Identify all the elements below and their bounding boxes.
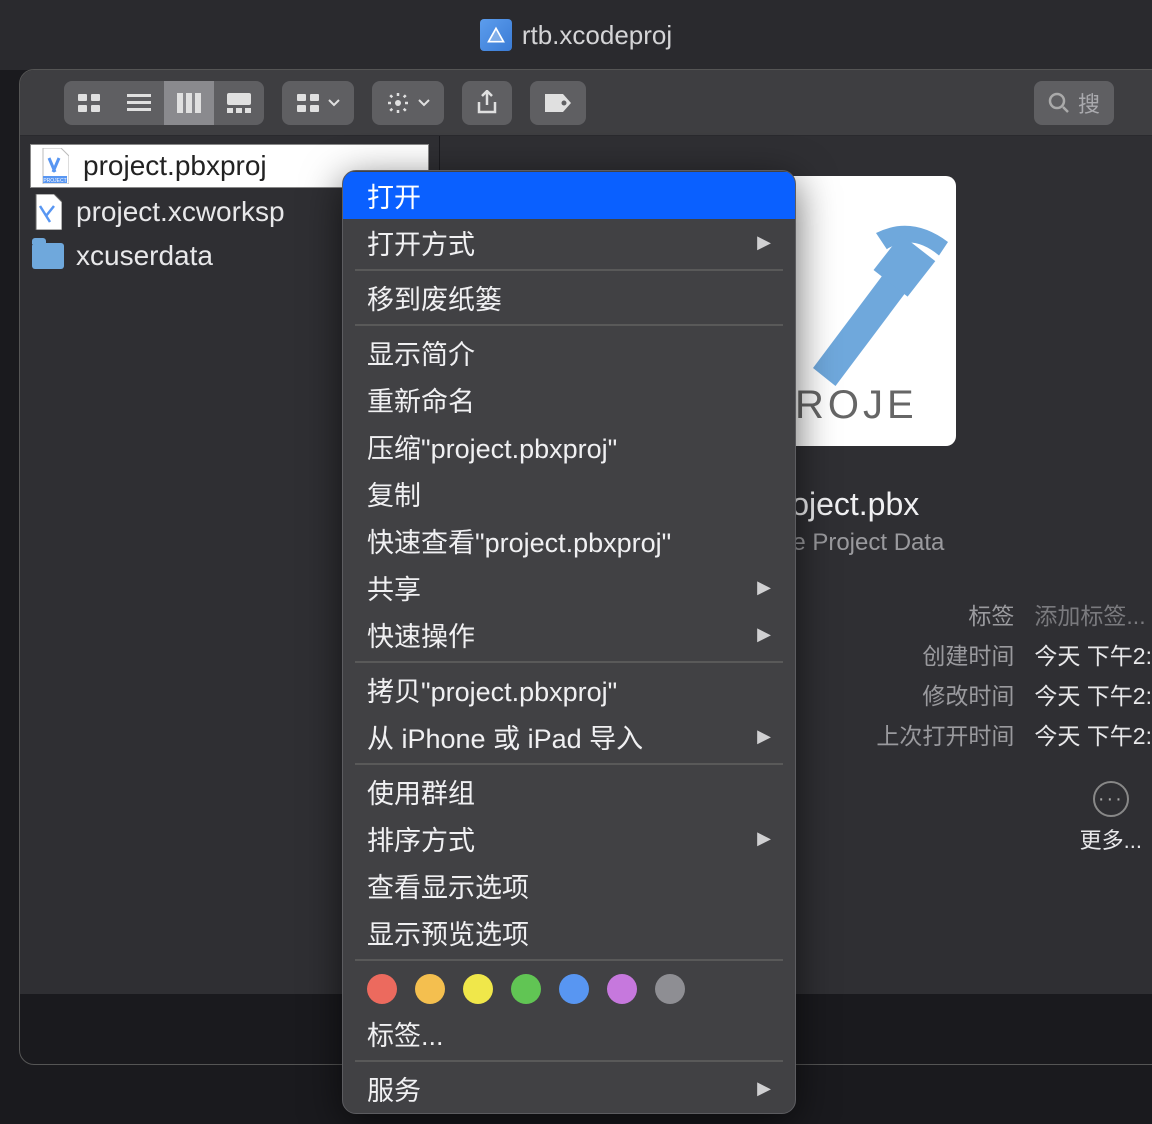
modified-label: 修改时间 bbox=[876, 677, 1014, 711]
list-view-button[interactable] bbox=[114, 81, 164, 125]
tags-button[interactable] bbox=[530, 81, 586, 125]
menu-open-with[interactable]: 打开方式 ▶ bbox=[343, 219, 795, 266]
last-opened-label: 上次打开时间 bbox=[876, 717, 1014, 751]
more-button[interactable]: ··· 更多... bbox=[1080, 781, 1152, 855]
file-icon: PROJECT bbox=[39, 146, 71, 186]
menu-quick-actions[interactable]: 快速操作 ▶ bbox=[343, 611, 795, 658]
window-title: rtb.xcodeproj bbox=[522, 20, 672, 51]
window-titlebar: rtb.xcodeproj bbox=[0, 0, 1152, 70]
submenu-arrow-icon: ▶ bbox=[757, 1078, 771, 1099]
tag-icon bbox=[544, 93, 572, 113]
tag-gray[interactable] bbox=[655, 974, 685, 1004]
tags-value[interactable]: 添加标签... bbox=[1034, 597, 1152, 631]
menu-use-groups[interactable]: 使用群组 bbox=[343, 768, 795, 815]
menu-show-view-options[interactable]: 查看显示选项 bbox=[343, 862, 795, 909]
gallery-view-button[interactable] bbox=[214, 81, 264, 125]
more-icon: ··· bbox=[1093, 781, 1129, 817]
menu-quick-look[interactable]: 快速查看"project.pbxproj" bbox=[343, 517, 795, 564]
last-opened-value: 今天 下午2: bbox=[1034, 717, 1152, 751]
submenu-arrow-icon: ▶ bbox=[757, 828, 771, 849]
tag-yellow[interactable] bbox=[463, 974, 493, 1004]
modified-value: 今天 下午2: bbox=[1034, 677, 1152, 711]
tag-orange[interactable] bbox=[415, 974, 445, 1004]
info-grid: 标签 添加标签... 创建时间 今天 下午2: 修改时间 今天 下午2: 上次打… bbox=[876, 597, 1152, 751]
chevron-down-icon bbox=[418, 99, 430, 107]
action-menu-button[interactable] bbox=[372, 81, 444, 125]
svg-text:PROJECT: PROJECT bbox=[43, 178, 66, 184]
group-by-button[interactable] bbox=[282, 81, 354, 125]
icon-view-button[interactable] bbox=[64, 81, 114, 125]
search-placeholder: 搜 bbox=[1078, 87, 1100, 119]
menu-get-info[interactable]: 显示简介 bbox=[343, 329, 795, 376]
menu-move-to-trash[interactable]: 移到废纸篓 bbox=[343, 274, 795, 321]
context-menu: 打开 打开方式 ▶ 移到废纸篓 显示简介 重新命名 压缩"project.pbx… bbox=[342, 170, 796, 1114]
tag-purple[interactable] bbox=[607, 974, 637, 1004]
tag-red[interactable] bbox=[367, 974, 397, 1004]
tag-color-row bbox=[343, 964, 795, 1010]
folder-icon bbox=[32, 236, 64, 276]
view-mode-group bbox=[64, 81, 264, 125]
tag-green[interactable] bbox=[511, 974, 541, 1004]
menu-show-preview-options[interactable]: 显示预览选项 bbox=[343, 909, 795, 956]
submenu-arrow-icon: ▶ bbox=[757, 624, 771, 645]
toolbar: 搜 bbox=[20, 70, 1152, 136]
submenu-arrow-icon: ▶ bbox=[757, 726, 771, 747]
file-name: xcuserdata bbox=[76, 240, 213, 272]
menu-import-from[interactable]: 从 iPhone 或 iPad 导入 ▶ bbox=[343, 713, 795, 760]
menu-open[interactable]: 打开 bbox=[343, 172, 795, 219]
submenu-arrow-icon: ▶ bbox=[757, 577, 771, 598]
share-icon bbox=[476, 90, 498, 116]
file-name: project.pbxproj bbox=[83, 150, 267, 182]
created-value: 今天 下午2: bbox=[1034, 637, 1152, 671]
menu-sort-by[interactable]: 排序方式 ▶ bbox=[343, 815, 795, 862]
hammer-icon bbox=[786, 206, 956, 386]
menu-rename[interactable]: 重新命名 bbox=[343, 376, 795, 423]
file-name: project.xcworksp bbox=[76, 196, 285, 228]
menu-tags[interactable]: 标签... bbox=[343, 1010, 795, 1057]
share-button[interactable] bbox=[462, 81, 512, 125]
created-label: 创建时间 bbox=[876, 637, 1014, 671]
search-icon bbox=[1048, 92, 1070, 114]
chevron-down-icon bbox=[328, 99, 340, 107]
menu-copy[interactable]: 拷贝"project.pbxproj" bbox=[343, 666, 795, 713]
tag-blue[interactable] bbox=[559, 974, 589, 1004]
search-input[interactable]: 搜 bbox=[1034, 81, 1114, 125]
menu-duplicate[interactable]: 复制 bbox=[343, 470, 795, 517]
menu-share[interactable]: 共享 ▶ bbox=[343, 564, 795, 611]
menu-compress[interactable]: 压缩"project.pbxproj" bbox=[343, 423, 795, 470]
submenu-arrow-icon: ▶ bbox=[757, 232, 771, 253]
tags-label: 标签 bbox=[876, 597, 1014, 631]
file-icon bbox=[32, 192, 64, 232]
xcodeproj-icon bbox=[480, 19, 512, 51]
column-view-button[interactable] bbox=[164, 81, 214, 125]
menu-services[interactable]: 服务 ▶ bbox=[343, 1065, 795, 1112]
gear-icon bbox=[386, 91, 410, 115]
